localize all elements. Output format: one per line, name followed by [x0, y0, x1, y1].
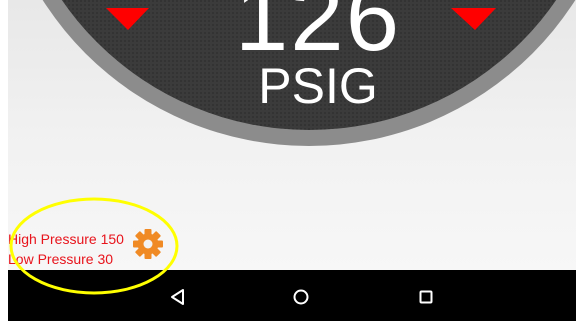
- app-content: 126 PSIG High Pressure 150 Low Pressure …: [8, 0, 576, 270]
- phone-screen: 126 PSIG High Pressure 150 Low Pressure …: [8, 0, 576, 321]
- pressure-settings[interactable]: High Pressure 150 Low Pressure 30: [8, 226, 178, 270]
- recents-button[interactable]: [414, 285, 438, 309]
- gauge-value: 126: [234, 0, 402, 71]
- gear-icon[interactable]: [132, 228, 164, 260]
- device-frame: 126 PSIG High Pressure 150 Low Pressure …: [0, 0, 584, 321]
- high-pressure-label: High Pressure 150: [8, 231, 124, 247]
- gauge-unit: PSIG: [258, 58, 378, 114]
- back-button[interactable]: [166, 285, 190, 309]
- low-pressure-label: Low Pressure 30: [8, 251, 114, 267]
- home-button[interactable]: [289, 285, 313, 309]
- back-triangle-icon: [171, 289, 184, 305]
- android-nav-bar: [8, 270, 576, 321]
- recents-square-icon: [419, 290, 433, 304]
- home-circle-icon: [293, 289, 309, 305]
